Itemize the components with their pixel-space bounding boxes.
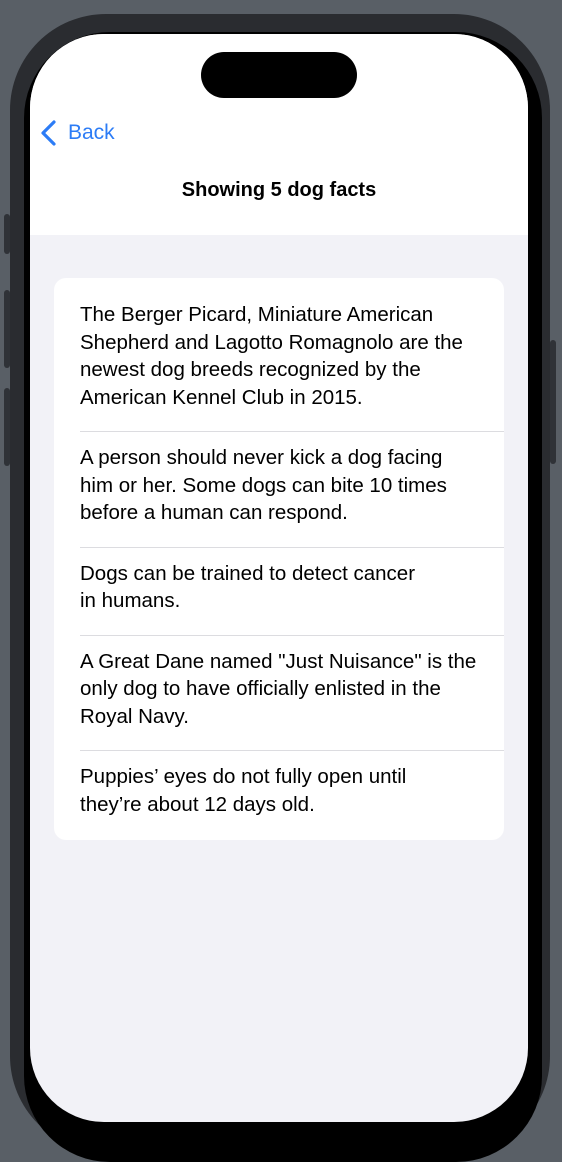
action-button bbox=[4, 214, 10, 254]
list-item: A person should never kick a dog facing … bbox=[54, 431, 504, 547]
list-item: A Great Dane named "Just Nuisance" is th… bbox=[54, 634, 504, 751]
fact-text: Puppies’ eyes do not fully open until th… bbox=[80, 765, 407, 816]
facts-list: The Berger Picard, Miniature American Sh… bbox=[54, 278, 504, 840]
back-label: Back bbox=[68, 121, 115, 144]
list-item: Puppies’ eyes do not fully open until th… bbox=[54, 750, 504, 840]
list-item: Dogs can be trained to detect cancer in … bbox=[54, 546, 504, 635]
volume-up-button bbox=[4, 290, 10, 368]
power-button bbox=[550, 340, 556, 464]
fact-text: Dogs can be trained to detect cancer in … bbox=[80, 561, 416, 613]
fact-text: A Great Dane named "Just Nuisance" is th… bbox=[80, 649, 477, 728]
list-item: The Berger Picard, Miniature American Sh… bbox=[54, 278, 504, 431]
fact-text: The Berger Picard, Miniature American Sh… bbox=[80, 303, 463, 409]
back-button[interactable]: Back bbox=[40, 118, 115, 148]
screen: Back Showing 5 dog facts The Berger Pica… bbox=[30, 34, 528, 1122]
fact-text: A person should never kick a dog facing … bbox=[80, 446, 447, 524]
navigation-bar: Back Showing 5 dog facts bbox=[30, 34, 528, 235]
dynamic-island bbox=[201, 52, 357, 98]
page-title: Showing 5 dog facts bbox=[181, 179, 377, 201]
chevron-left-icon bbox=[41, 120, 56, 146]
volume-down-button bbox=[4, 388, 10, 466]
